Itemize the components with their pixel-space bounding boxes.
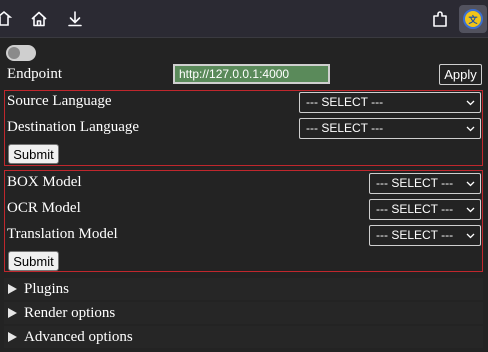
box-model-select[interactable]: --- SELECT --- [369, 173, 481, 194]
extensions-icon[interactable] [428, 7, 452, 31]
apply-button[interactable]: Apply [439, 64, 482, 85]
toggle-knob [8, 47, 20, 59]
enable-toggle[interactable] [6, 45, 36, 61]
translation-model-label: Translation Model [7, 226, 118, 242]
destination-language-label: Destination Language [7, 119, 140, 135]
home-icon[interactable] [27, 7, 51, 31]
language-submit-button[interactable]: Submit [8, 144, 59, 164]
chevron-down-icon [466, 124, 475, 133]
model-submit-button[interactable]: Submit [8, 251, 59, 271]
translation-model-value: --- SELECT --- [376, 228, 454, 242]
chevron-down-icon [466, 98, 475, 107]
render-options-section[interactable]: Render options [4, 302, 483, 324]
advanced-options-label: Advanced options [24, 328, 133, 345]
render-options-label: Render options [24, 304, 116, 321]
advanced-options-section[interactable]: Advanced options [4, 326, 483, 348]
endpoint-input[interactable]: http://127.0.0.1:4000 [173, 64, 330, 84]
source-language-value: --- SELECT --- [306, 95, 384, 109]
expand-triangle-icon [8, 284, 17, 294]
source-language-label: Source Language [7, 93, 112, 109]
destination-language-select[interactable]: --- SELECT --- [299, 118, 481, 139]
translator-extension-icon[interactable]: 文 [459, 5, 487, 33]
plugins-section[interactable]: Plugins [4, 278, 483, 300]
translation-model-select[interactable]: --- SELECT --- [369, 225, 481, 246]
ocr-model-value: --- SELECT --- [376, 202, 454, 216]
plugins-label: Plugins [24, 280, 70, 297]
source-language-select[interactable]: --- SELECT --- [299, 92, 481, 113]
expand-triangle-icon [8, 332, 17, 342]
browser-toolbar: 文 [0, 0, 488, 38]
puzzle-overflow-icon[interactable] [0, 7, 16, 31]
destination-language-value: --- SELECT --- [306, 121, 384, 135]
chevron-down-icon [466, 179, 475, 188]
ocr-model-select[interactable]: --- SELECT --- [369, 199, 481, 220]
endpoint-label: Endpoint [7, 66, 62, 82]
expand-triangle-icon [8, 308, 17, 318]
translator-badge-icon: 文 [463, 9, 483, 29]
box-model-value: --- SELECT --- [376, 176, 454, 190]
download-icon[interactable] [63, 7, 87, 31]
box-model-label: BOX Model [7, 174, 82, 190]
chevron-down-icon [466, 231, 475, 240]
ocr-model-label: OCR Model [7, 200, 81, 216]
chevron-down-icon [466, 205, 475, 214]
